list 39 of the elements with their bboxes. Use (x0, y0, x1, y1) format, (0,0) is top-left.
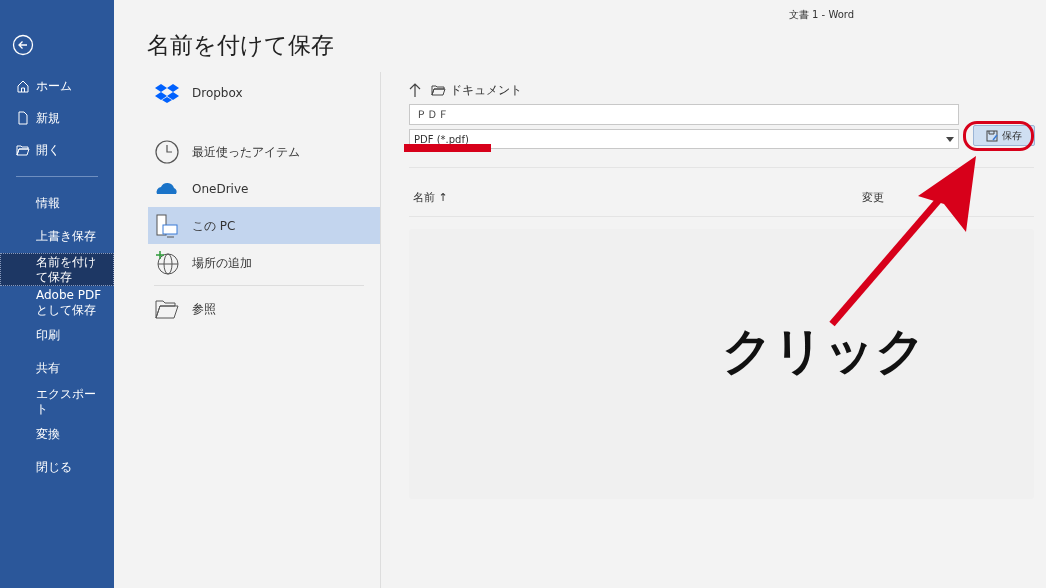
sidebar-item[interactable]: 上書き保存 (0, 220, 114, 253)
save-button[interactable]: 保存 (973, 125, 1035, 146)
window-title: 文書 1 - Word (787, 8, 856, 22)
sidebar-item[interactable]: 変換 (0, 418, 114, 451)
computer-icon (154, 212, 180, 239)
location-item[interactable]: 最近使ったアイテム (148, 133, 380, 170)
sidebar-item[interactable]: エクスポート (0, 385, 114, 418)
location-item[interactable]: Dropbox (148, 74, 380, 111)
file-name-field[interactable]: ＰＤＦ (409, 104, 959, 125)
sidebar-item[interactable]: 新規 (0, 102, 114, 134)
page-title: 名前を付けて保存 (147, 31, 335, 60)
file-type-dropdown[interactable]: PDF (*.pdf) (409, 129, 959, 149)
highlight-ring (963, 121, 1034, 151)
location-item[interactable]: この PC (148, 207, 380, 244)
callout-label: クリック (722, 326, 926, 376)
folder-icon (431, 84, 446, 96)
save-icon (986, 129, 998, 142)
location-item[interactable]: 場所の追加 (148, 244, 380, 281)
sidebar-item[interactable]: 印刷 (0, 319, 114, 352)
up-arrow-icon (409, 83, 421, 97)
sidebar-item[interactable]: 情報 (0, 187, 114, 220)
sidebar-item[interactable]: 共有 (0, 352, 114, 385)
clock-icon (154, 138, 180, 165)
location-item[interactable]: 参照 (148, 290, 380, 327)
document-icon (16, 111, 30, 125)
location-item[interactable]: OneDrive (148, 170, 380, 207)
globe-icon (154, 249, 180, 276)
sidebar-item[interactable]: ホーム (0, 70, 114, 102)
sidebar-item[interactable]: 閉じる (0, 451, 114, 484)
home-icon (16, 79, 30, 93)
sidebar-item[interactable]: 名前を付けて保存 (0, 253, 114, 286)
column-header[interactable]: 名前 ↑ (413, 190, 448, 216)
sidebar-item[interactable]: Adobe PDF として保存 (0, 286, 114, 319)
sidebar-item[interactable]: 開く (0, 134, 114, 166)
back-icon[interactable] (12, 34, 34, 56)
breadcrumb-link[interactable]: ドキュメント (431, 81, 522, 99)
folder-icon (16, 143, 30, 157)
caret-icon (946, 136, 954, 142)
column-header[interactable]: 変更 (862, 190, 884, 216)
